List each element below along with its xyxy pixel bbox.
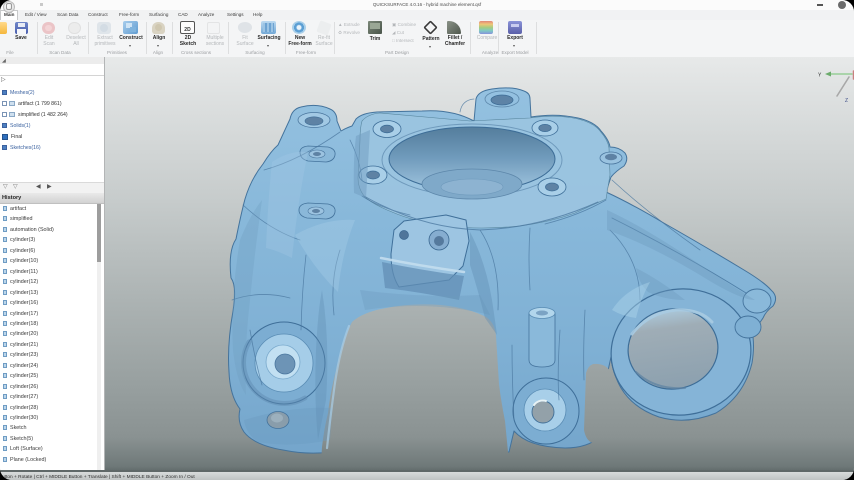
svg-text:Y: Y [818, 73, 822, 79]
svg-text:Z: Z [845, 98, 848, 104]
